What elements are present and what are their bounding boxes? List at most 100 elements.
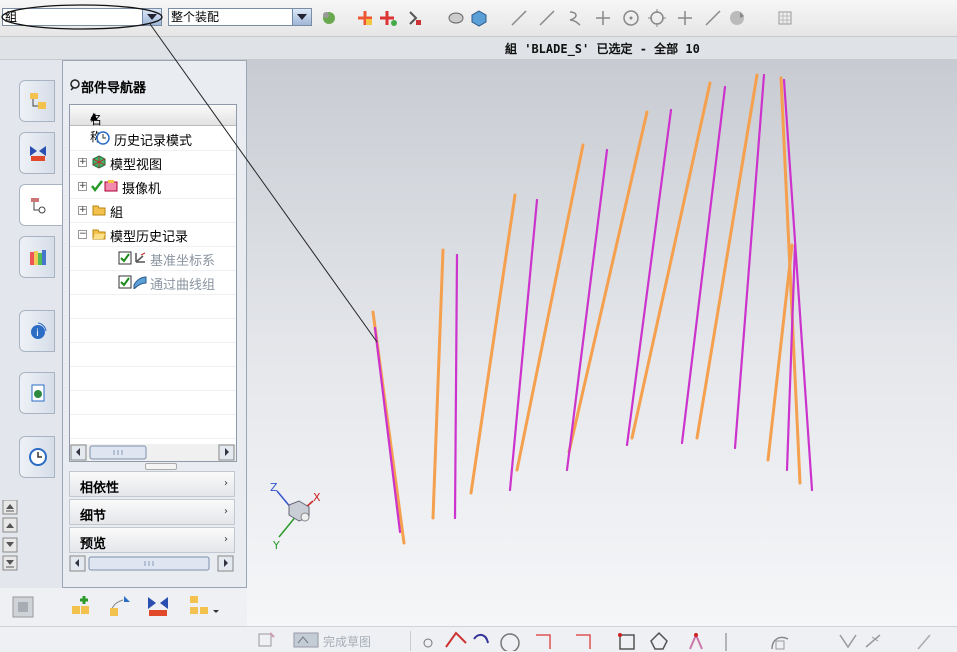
sphere-icon[interactable] xyxy=(728,9,746,27)
resource-tab-reuse-library[interactable] xyxy=(19,236,55,278)
tree-item-through-curves[interactable]: 通过曲线组 xyxy=(70,270,236,295)
sketch-curve-tools[interactable] xyxy=(410,629,957,651)
chevron-icon: › xyxy=(224,478,228,489)
resource-scroll-arrows[interactable] xyxy=(2,500,18,572)
tree-item-camera[interactable]: + 摄像机 xyxy=(70,174,236,199)
mate-constraint-icon[interactable] xyxy=(146,594,170,618)
svg-text:i: i xyxy=(36,328,39,339)
section-details[interactable]: 细节 › xyxy=(69,499,235,525)
resource-tab-assembly[interactable] xyxy=(19,80,55,122)
expand-icon[interactable]: + xyxy=(78,182,87,191)
navigator-title: 部件导航器 xyxy=(81,81,147,96)
orange-curve xyxy=(630,81,712,440)
section-dependencies[interactable]: 相依性 › xyxy=(69,471,235,497)
top-toolbar: 組 整个装配 xyxy=(0,0,957,37)
folder-open-icon xyxy=(92,229,106,240)
magenta-curve xyxy=(508,198,539,492)
sketch-icon[interactable] xyxy=(258,631,276,649)
select-icon[interactable] xyxy=(320,9,338,27)
tree-item-label: 通过曲线组 xyxy=(150,278,216,293)
part-icon[interactable] xyxy=(12,596,34,618)
filter-dropdown-button[interactable] xyxy=(142,9,161,25)
svg-text:X: X xyxy=(313,491,321,504)
scope-dropdown-button[interactable] xyxy=(292,9,311,25)
resource-tab-history[interactable] xyxy=(19,436,55,478)
add-component-icon[interactable] xyxy=(108,594,132,618)
filter-value: 組 xyxy=(5,10,18,24)
blade-curves: Z X Y xyxy=(270,73,814,552)
surface-icon xyxy=(133,276,147,289)
arc-icon[interactable] xyxy=(566,9,584,27)
tree-item-label: 摄像机 xyxy=(122,182,162,197)
magenta-curve xyxy=(453,253,459,520)
checkmark-icon xyxy=(91,180,103,193)
chevron-icon: › xyxy=(224,506,228,517)
section-label: 细节 xyxy=(80,509,107,524)
circle-icon[interactable] xyxy=(622,9,640,27)
add-icon[interactable] xyxy=(380,9,398,27)
section-label: 预览 xyxy=(80,537,107,552)
line-icon[interactable] xyxy=(510,9,528,27)
library-icon xyxy=(30,250,46,265)
resource-tab-constraint[interactable] xyxy=(19,132,55,174)
sort-indicator: ▲ xyxy=(90,111,98,122)
finish-sketch-icon[interactable] xyxy=(293,631,319,649)
tree-item-model-history[interactable]: − 模型历史记录 xyxy=(70,222,236,247)
tree-item-groups[interactable]: + 組 xyxy=(70,198,236,223)
resource-tab-document[interactable] xyxy=(19,372,55,414)
panel-horizontal-scrollbar[interactable] xyxy=(69,555,235,572)
panel-splitter[interactable] xyxy=(145,463,177,470)
expand-icon[interactable]: + xyxy=(78,206,87,215)
tree-item-datum-csys[interactable]: 基准坐标系 xyxy=(70,246,236,271)
orange-curve xyxy=(469,193,517,495)
checkbox-checked-icon[interactable] xyxy=(118,275,132,289)
clock-icon xyxy=(96,131,110,145)
datum-csys-icon xyxy=(135,252,146,263)
point-icon[interactable] xyxy=(594,9,612,27)
chevron-icon: › xyxy=(224,534,228,545)
model-view-icon xyxy=(92,155,106,169)
tree-item-label: 历史记录模式 xyxy=(114,134,193,149)
magenta-curve xyxy=(373,326,402,534)
resource-tab-internet[interactable]: i xyxy=(19,310,55,352)
assembly-dropdown-icon[interactable] xyxy=(188,594,220,618)
filter-combo[interactable]: 組 xyxy=(2,8,162,26)
tree-horizontal-scrollbar[interactable] xyxy=(70,444,236,461)
tree-item-label: 模型历史记录 xyxy=(110,230,189,245)
info-icon: i xyxy=(31,322,47,339)
part-icon[interactable] xyxy=(356,9,374,27)
checkbox-checked-icon[interactable] xyxy=(118,251,132,265)
tree-item-model-views[interactable]: + 模型视图 xyxy=(70,150,236,175)
pin-icon[interactable] xyxy=(69,79,81,91)
edit-icon[interactable] xyxy=(447,9,465,27)
grid-icon[interactable] xyxy=(776,9,794,27)
resource-bar: i xyxy=(0,60,63,588)
finish-sketch-label[interactable]: 完成草图 xyxy=(323,633,371,650)
navigator-tree: 名称 ▲ 历史记录模式 + 模型视图 + 摄像机 + 組 − 模型历史记录 基准… xyxy=(69,104,237,462)
scope-combo[interactable]: 整个装配 xyxy=(168,8,312,26)
plus-icon[interactable] xyxy=(676,9,694,27)
magenta-curve xyxy=(733,73,766,450)
document-icon xyxy=(31,384,45,402)
wcs-triad: Z X Y xyxy=(270,481,321,552)
clock-icon xyxy=(29,448,47,466)
expand-icon[interactable]: + xyxy=(78,158,87,167)
orange-curve xyxy=(695,73,759,440)
section-preview[interactable]: 预览 › xyxy=(69,527,235,553)
box-icon[interactable] xyxy=(470,9,488,27)
resource-tab-part-navigator[interactable] xyxy=(19,184,63,226)
part-navigator-panel: 部件导航器 名称 ▲ 历史记录模式 + 模型视图 + 摄像机 + 組 − 模型历… xyxy=(62,60,247,588)
tree-item-history-mode[interactable]: 历史记录模式 xyxy=(70,126,236,151)
graphics-viewport[interactable]: Z X Y xyxy=(247,60,957,626)
line-icon[interactable] xyxy=(704,9,722,27)
part-navigator-icon xyxy=(31,198,46,214)
tree-column-header[interactable]: 名称 ▲ xyxy=(70,105,236,144)
status-text: 組 'BLADE_S' 已选定 - 全部 10 xyxy=(505,42,700,56)
collapse-icon[interactable]: − xyxy=(78,230,87,239)
curve-icon[interactable] xyxy=(538,9,556,27)
assembly-navigator-icon xyxy=(30,93,46,109)
move-icon[interactable] xyxy=(405,9,423,27)
new-component-icon[interactable] xyxy=(70,594,94,618)
circle-icon[interactable] xyxy=(648,9,666,27)
tree-item-label: 組 xyxy=(110,206,124,221)
